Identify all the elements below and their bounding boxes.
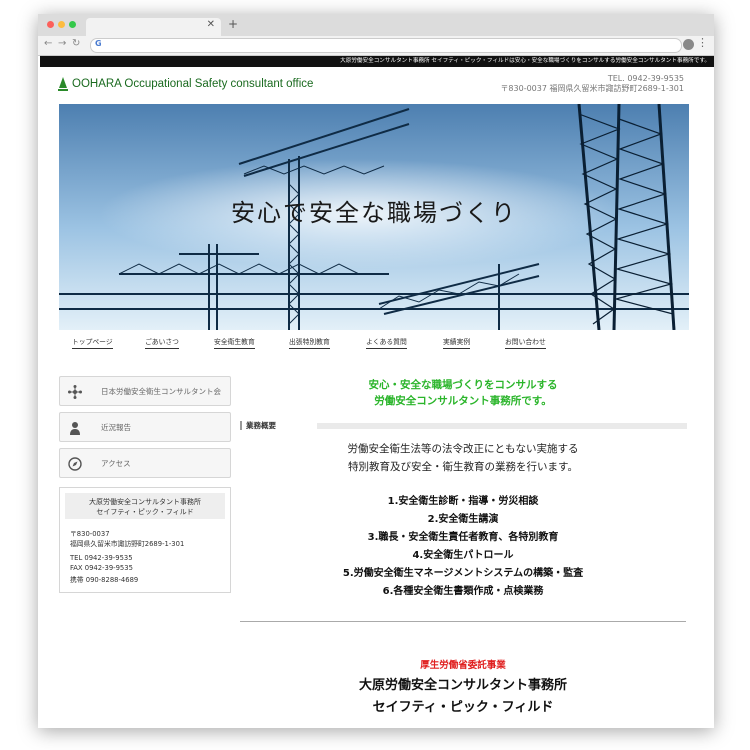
sidebar-item-news[interactable]: 近況報告 — [59, 412, 231, 442]
office-subname: セイフティ・ピック・フィルド — [372, 700, 554, 715]
browser-tab-bar: ✕ + — [38, 14, 714, 36]
address-bar[interactable]: G — [90, 38, 682, 53]
service-item: 6.各種安全衛生書類作成・点検業務 — [382, 586, 544, 597]
nav-safety-education[interactable]: 安全衛生教育 — [214, 336, 255, 349]
close-window-icon[interactable] — [47, 21, 54, 28]
reload-icon[interactable]: ↻ — [72, 38, 80, 49]
site-logo[interactable]: OOHARA Occupational Safety consultant of… — [72, 78, 313, 90]
sidebar-item-label: アクセス — [101, 459, 131, 468]
header-contact: TEL. 0942-39-9535 〒830-0037 福岡県久留米市諏訪野町2… — [500, 74, 684, 94]
site-header: OOHARA Occupational Safety consultant of… — [38, 67, 714, 101]
service-item: 5.労働安全衛生マネージメントシステムの構築・監査 — [342, 568, 584, 579]
nav-results[interactable]: 実績実例 — [443, 336, 471, 349]
divider — [240, 621, 686, 622]
global-navigation: トップページ ごあいさつ 安全衛生教育 出張特別教育 よくある質問 実績実例 お… — [59, 336, 689, 350]
back-icon[interactable]: ← — [44, 38, 52, 49]
sidebar-item-label: 日本労働安全衛生コンサルタント会 — [101, 387, 221, 396]
forward-icon[interactable]: → — [58, 38, 66, 49]
lead-text-line-1: 安心・安全な職場づくりをコンサルする — [368, 379, 558, 391]
more-menu-icon[interactable]: ⋮ — [697, 36, 708, 49]
compass-icon — [68, 457, 82, 471]
address-office-name: 大原労働安全コンサルタント事務所 — [89, 498, 201, 506]
google-icon: G — [95, 39, 102, 48]
nav-contact[interactable]: お問い合わせ — [505, 336, 546, 349]
browser-toolbar: ← → ↻ G ⋮ — [38, 36, 714, 56]
address-fax: FAX 0942-39-9535 — [70, 564, 133, 572]
service-item: 1.安全衛生診断・指導・労災相談 — [387, 496, 539, 507]
address-street: 福岡県久留米市諏訪野町2689-1-301 — [70, 540, 185, 548]
nav-faq[interactable]: よくある質問 — [366, 336, 407, 349]
service-item: 4.安全衛生パトロール — [412, 550, 514, 561]
address-tel: TEL 0942-39-9535 — [70, 554, 133, 562]
header-address: 〒830-0037 福岡県久留米市諏訪野町2689-1-301 — [500, 84, 684, 93]
network-icon — [68, 385, 82, 399]
tab-close-icon[interactable]: ✕ — [207, 19, 215, 30]
address-office-subname: セイフティ・ピック・フィルド — [96, 508, 194, 516]
sidebar-address-box: 大原労働安全コンサルタント事務所 セイフティ・ピック・フィルド 〒830-003… — [59, 487, 231, 593]
maximize-window-icon[interactable] — [69, 21, 76, 28]
address-box-heading: 大原労働安全コンサルタント事務所 セイフティ・ピック・フィルド — [65, 493, 225, 519]
section-title: 業務概要 — [246, 421, 276, 430]
description-line-1: 労働安全衛生法等の法令改正にともない実施する — [347, 443, 579, 455]
service-item: 2.安全衛生講演 — [427, 514, 499, 525]
sidebar-item-access[interactable]: アクセス — [59, 448, 231, 478]
person-icon — [70, 422, 80, 435]
service-item: 3.職長・安全衛生責任者教育、各特別教育 — [367, 532, 559, 543]
header-phone: TEL. 0942-39-9535 — [607, 74, 684, 83]
nav-special-education[interactable]: 出張特別教育 — [289, 336, 330, 349]
hero-image: 安心で安全な職場づくり — [59, 104, 689, 330]
new-tab-icon[interactable]: + — [228, 17, 238, 31]
ministry-label: 厚生労働省委託事業 — [420, 660, 506, 671]
nav-greeting[interactable]: ごあいさつ — [145, 336, 179, 349]
office-name: 大原労働安全コンサルタント事務所 — [358, 678, 567, 693]
hero-title: 安心で安全な職場づくり — [231, 199, 517, 227]
description-line-2: 特別教育及び安全・衛生教育の業務を行います。 — [348, 461, 578, 473]
lead-text-line-2: 労働安全コンサルタント事務所です。 — [374, 395, 552, 407]
browser-tab[interactable]: ✕ — [86, 18, 221, 36]
logo-icon — [58, 77, 68, 91]
section-heading-rule — [317, 423, 687, 429]
sidebar-item-label: 近況報告 — [101, 423, 131, 432]
nav-top[interactable]: トップページ — [72, 336, 113, 349]
section-heading: 業務概要 — [240, 421, 687, 430]
sidebar-item-consultant-association[interactable]: 日本労働安全衛生コンサルタント会 — [59, 376, 231, 406]
section-heading-bar — [240, 421, 242, 430]
web-page: 大原労働安全コンサルタント事務所 セイフティ・ピック・フィルドは安心・安全な職場… — [38, 56, 714, 715]
minimize-window-icon[interactable] — [58, 21, 65, 28]
browser-window: ✕ + ← → ↻ G ⋮ 大原労働安全コンサルタント事務所 セイフティ・ピック… — [38, 14, 714, 728]
address-zip: 〒830-0037 — [70, 530, 110, 538]
address-mobile: 携帯 090-8288-4689 — [70, 576, 139, 584]
top-banner-text: 大原労働安全コンサルタント事務所 セイフティ・ピック・フィルドは安心・安全な職場… — [40, 56, 714, 67]
profile-icon[interactable] — [683, 39, 694, 50]
